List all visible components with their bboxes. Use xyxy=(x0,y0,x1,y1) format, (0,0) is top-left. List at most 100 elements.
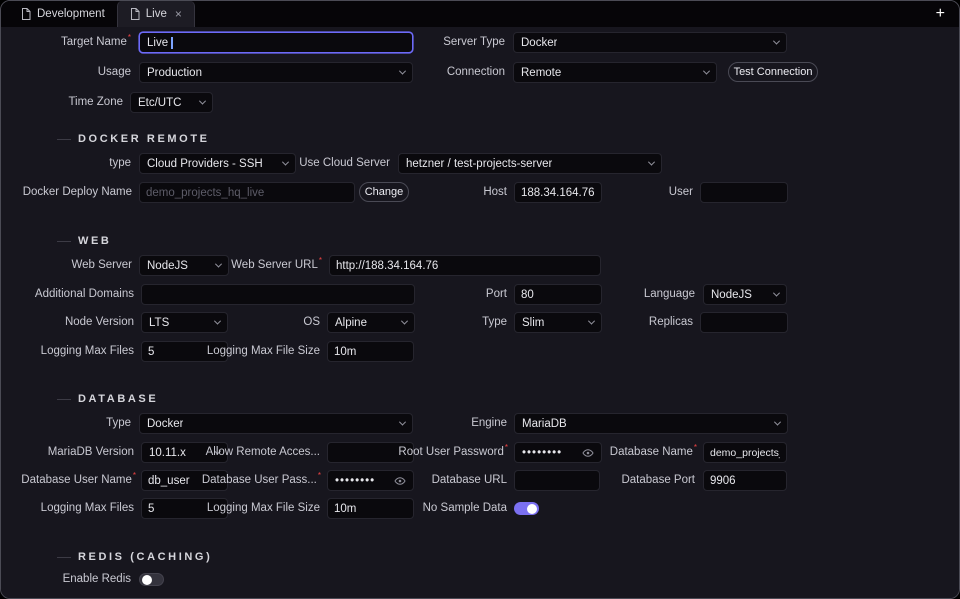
use-cloud-server-select[interactable]: hetzner / test-projects-server xyxy=(398,153,662,174)
additional-domains-label: Additional Domains xyxy=(35,284,134,305)
db-type-select[interactable]: Docker xyxy=(139,413,413,434)
chevron-down-icon xyxy=(215,261,222,268)
replicas-label: Replicas xyxy=(649,312,693,333)
section-title: DATABASE xyxy=(78,393,158,405)
connection-select[interactable]: Remote xyxy=(513,62,717,83)
node-version-label: Node Version xyxy=(65,312,134,333)
database-name-input[interactable] xyxy=(703,442,787,463)
docker-deploy-name-input[interactable] xyxy=(139,182,355,203)
database-user-password-label: Database User Pass...* xyxy=(202,470,321,491)
enable-redis-toggle[interactable] xyxy=(139,573,164,586)
web-logging-max-file-size-label: Logging Max File Size xyxy=(207,341,320,362)
section-title: DOCKER REMOTE xyxy=(78,133,210,145)
web-logging-max-file-size-input[interactable] xyxy=(327,341,414,362)
tab-development[interactable]: Development xyxy=(9,1,117,27)
port-input[interactable] xyxy=(514,284,602,305)
chevron-down-icon xyxy=(648,159,655,166)
docker-deploy-name-label: Docker Deploy Name xyxy=(23,182,132,203)
no-sample-data-toggle[interactable] xyxy=(514,502,539,515)
eye-icon[interactable] xyxy=(394,475,406,487)
user-input[interactable] xyxy=(700,182,788,203)
database-name-label: Database Name* xyxy=(610,442,697,463)
web-type-select[interactable]: Slim xyxy=(514,312,602,333)
target-name-label: Target Name* xyxy=(61,32,131,53)
tab-label: Development xyxy=(37,8,105,20)
required-marker: * xyxy=(128,33,131,42)
db-logging-max-file-size-input[interactable] xyxy=(327,498,414,519)
time-zone-label: Time Zone xyxy=(68,92,123,113)
required-marker: * xyxy=(505,443,508,452)
web-type-label: Type xyxy=(482,312,507,333)
language-label: Language xyxy=(644,284,695,305)
app-window: Development Live × + Target Name* Live S… xyxy=(0,0,960,599)
db-type-label: Type xyxy=(106,413,131,434)
section-title: REDIS (CACHING) xyxy=(78,551,212,563)
root-user-password-label: Root User Password* xyxy=(398,442,508,463)
engine-label: Engine xyxy=(471,413,507,434)
chevron-down-icon xyxy=(774,419,781,426)
section-web: WEB xyxy=(57,234,111,248)
user-label: User xyxy=(669,182,693,203)
engine-select[interactable]: MariaDB xyxy=(514,413,788,434)
time-zone-select[interactable]: Etc/UTC xyxy=(130,92,213,113)
os-label: OS xyxy=(303,312,320,333)
server-type-select[interactable]: Docker xyxy=(513,32,787,53)
section-title: WEB xyxy=(78,235,111,247)
chevron-down-icon xyxy=(773,38,780,45)
host-input[interactable] xyxy=(514,182,602,203)
use-cloud-server-label: Use Cloud Server xyxy=(299,153,390,174)
chevron-down-icon xyxy=(199,98,206,105)
file-icon xyxy=(130,8,140,20)
section-redis: REDIS (CACHING) xyxy=(57,550,212,564)
file-icon xyxy=(21,8,31,20)
server-type-label: Server Type xyxy=(443,32,505,53)
test-connection-button[interactable]: Test Connection xyxy=(728,62,818,82)
section-rule xyxy=(57,399,71,400)
eye-icon[interactable] xyxy=(582,447,594,459)
tab-live[interactable]: Live × xyxy=(117,1,195,27)
change-button[interactable]: Change xyxy=(359,182,409,202)
port-label: Port xyxy=(486,284,507,305)
database-user-password-input[interactable]: •••••••• xyxy=(327,470,414,491)
chevron-down-icon xyxy=(703,68,710,75)
usage-select[interactable]: Production xyxy=(139,62,413,83)
close-icon[interactable]: × xyxy=(175,7,182,21)
node-version-select[interactable]: LTS xyxy=(141,312,228,333)
additional-domains-input[interactable] xyxy=(141,284,415,305)
section-rule xyxy=(57,139,71,140)
enable-redis-label: Enable Redis xyxy=(63,569,131,590)
database-port-input[interactable] xyxy=(703,470,787,491)
os-select[interactable]: Alpine xyxy=(327,312,415,333)
db-logging-max-files-label: Logging Max Files xyxy=(41,498,134,519)
web-server-url-label: Web Server URL* xyxy=(231,255,322,276)
chevron-down-icon xyxy=(399,419,406,426)
chevron-down-icon xyxy=(401,318,408,325)
chevron-down-icon xyxy=(214,318,221,325)
allow-remote-access-label: Allow Remote Acces... xyxy=(206,442,320,463)
mariadb-version-label: MariaDB Version xyxy=(48,442,134,463)
chevron-down-icon xyxy=(773,290,780,297)
web-server-label: Web Server xyxy=(71,255,132,276)
chevron-down-icon xyxy=(282,159,289,166)
replicas-input[interactable] xyxy=(700,312,788,333)
new-tab-button[interactable]: + xyxy=(936,6,945,22)
required-marker: * xyxy=(318,471,321,480)
db-logging-max-file-size-label: Logging Max File Size xyxy=(207,498,320,519)
section-rule xyxy=(57,241,71,242)
database-url-input[interactable] xyxy=(514,470,600,491)
usage-label: Usage xyxy=(98,62,131,83)
section-docker-remote: DOCKER REMOTE xyxy=(57,132,210,146)
web-server-url-input[interactable] xyxy=(329,255,601,276)
toggle-knob xyxy=(142,575,152,585)
root-user-password-input[interactable]: •••••••• xyxy=(514,442,602,463)
docker-type-select[interactable]: Cloud Providers - SSH xyxy=(139,153,296,174)
database-url-label: Database URL xyxy=(432,470,507,491)
text-caret xyxy=(171,37,173,49)
web-logging-max-files-label: Logging Max Files xyxy=(41,341,134,362)
target-name-input[interactable]: Live xyxy=(139,32,413,53)
required-marker: * xyxy=(319,256,322,265)
language-select[interactable]: NodeJS xyxy=(703,284,787,305)
web-server-select[interactable]: NodeJS xyxy=(139,255,229,276)
host-label: Host xyxy=(483,182,507,203)
no-sample-data-label: No Sample Data xyxy=(423,498,507,519)
